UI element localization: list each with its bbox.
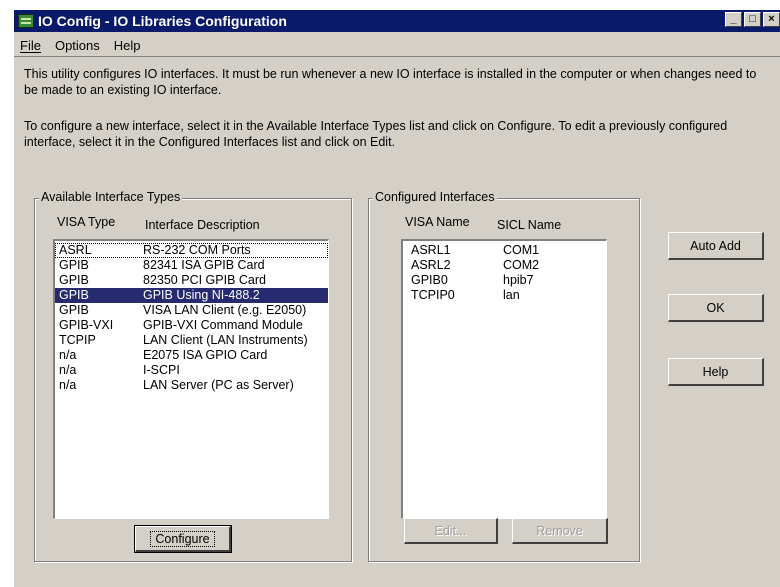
col-visa-type: VISA Type <box>57 215 116 229</box>
menu-help-label: Help <box>113 37 141 53</box>
visa-type-cell: GPIB <box>59 303 89 317</box>
interface-description-cell: GPIB Using NI-488.2 <box>143 288 260 302</box>
available-interface-row[interactable]: GPIB 82341 ISA GPIB Card <box>55 258 328 273</box>
sicl-name-cell: COM2 <box>503 258 540 272</box>
interface-description-cell: 82350 PCI GPIB Card <box>143 273 266 287</box>
interface-description-cell: VISA LAN Client (e.g. E2050) <box>143 303 307 317</box>
col-interface-description: Interface Description <box>145 218 260 232</box>
auto-add-button[interactable]: Auto Add <box>668 232 764 260</box>
configured-interfaces-group: Configured Interfaces VISA Name SICL Nam… <box>368 190 640 562</box>
menu-bar: File Options Help <box>14 34 780 57</box>
visa-type-cell: ASRL <box>59 243 92 257</box>
col-sicl-name: SICL Name <box>497 218 562 232</box>
visa-type-cell: n/a <box>59 348 77 362</box>
configured-interface-row[interactable]: GPIB0 hpib7 <box>403 273 606 288</box>
available-interface-row[interactable]: n/a E2075 ISA GPIO Card <box>55 348 328 363</box>
available-interfaces-group: Available Interface Types VISA Type Inte… <box>34 190 352 562</box>
menu-help[interactable]: Help <box>108 38 149 53</box>
app-card-icon[interactable] <box>18 14 34 28</box>
visa-name-cell: GPIB0 <box>411 273 448 287</box>
title-bar[interactable]: IO Config - IO Libraries Configuration _… <box>14 10 780 32</box>
available-interface-row[interactable]: GPIB VISA LAN Client (e.g. E2050) <box>55 303 328 318</box>
configure-button[interactable]: Configure <box>134 525 232 553</box>
menu-file[interactable]: File <box>14 38 49 53</box>
minimize-button[interactable]: _ <box>725 12 742 27</box>
configured-group-label: Configured Interfaces <box>373 190 497 204</box>
interface-description-cell: GPIB-VXI Command Module <box>143 318 303 332</box>
edit-button-label: Edit... <box>434 523 467 538</box>
configured-interface-row[interactable]: ASRL2 COM2 <box>403 258 606 273</box>
menu-options[interactable]: Options <box>49 38 108 53</box>
configure-button-label: Configure <box>150 530 215 547</box>
sicl-name-cell: hpib7 <box>503 273 534 287</box>
visa-name-cell: TCPIP0 <box>411 288 455 302</box>
sicl-name-cell: lan <box>503 288 520 302</box>
available-interface-row[interactable]: GPIB 82350 PCI GPIB Card <box>55 273 328 288</box>
close-button[interactable]: × <box>763 12 780 27</box>
visa-name-cell: ASRL2 <box>411 258 451 272</box>
visa-type-cell: GPIB <box>59 273 89 287</box>
interface-description-cell: 82341 ISA GPIB Card <box>143 258 265 272</box>
sicl-name-cell: COM1 <box>503 243 540 257</box>
ok-button[interactable]: OK <box>668 294 764 322</box>
visa-type-cell: GPIB <box>59 288 89 302</box>
available-group-label: Available Interface Types <box>39 190 183 204</box>
intro-paragraph-2: To configure a new interface, select it … <box>24 119 728 149</box>
window-title: IO Config - IO Libraries Configuration <box>38 13 287 29</box>
auto-add-button-label: Auto Add <box>690 238 741 253</box>
edit-button[interactable]: Edit... <box>404 518 498 544</box>
help-button-label: Help <box>702 364 729 379</box>
visa-name-cell: ASRL1 <box>411 243 451 257</box>
available-interface-row[interactable]: GPIB GPIB Using NI-488.2 <box>55 288 328 303</box>
configured-interfaces-list[interactable]: ASRL1 COM1 ASRL2 COM2 GPIB0 hpib7 TCPIP0 lan <box>401 239 607 519</box>
visa-type-cell: n/a <box>59 363 77 377</box>
intro-text: This utility configures IO interfaces. I… <box>24 66 764 170</box>
interface-description-cell: RS-232 COM Ports <box>143 243 251 257</box>
configured-interface-row[interactable]: TCPIP0 lan <box>403 288 606 303</box>
visa-type-cell: TCPIP <box>59 333 96 347</box>
visa-type-cell: n/a <box>59 378 77 392</box>
available-interface-row[interactable]: n/a I-SCPI <box>55 363 328 378</box>
available-interface-row[interactable]: n/a LAN Server (PC as Server) <box>55 378 328 393</box>
help-button[interactable]: Help <box>668 358 764 386</box>
interface-description-cell: E2075 ISA GPIO Card <box>143 348 268 362</box>
col-visa-name: VISA Name <box>405 215 470 229</box>
interface-description-cell: LAN Client (LAN Instruments) <box>143 333 308 347</box>
available-interface-row[interactable]: ASRL RS-232 COM Ports <box>55 243 328 258</box>
window-controls: _ □ × <box>725 12 780 27</box>
menu-options-label: Options <box>54 37 100 53</box>
available-interface-row[interactable]: GPIB-VXI GPIB-VXI Command Module <box>55 318 328 333</box>
available-interfaces-list[interactable]: ASRL RS-232 COM Ports GPIB 82341 ISA GPIB C… <box>53 239 329 519</box>
io-config-window: IO Config - IO Libraries Configuration _… <box>12 8 780 587</box>
maximize-button[interactable]: □ <box>744 12 761 27</box>
available-interface-row[interactable]: TCPIP LAN Client (LAN Instruments) <box>55 333 328 348</box>
interface-description-cell: I-SCPI <box>143 363 180 377</box>
visa-type-cell: GPIB-VXI <box>59 318 114 332</box>
remove-button[interactable]: Remove <box>512 518 608 544</box>
intro-paragraph-1: This utility configures IO interfaces. I… <box>24 67 757 97</box>
remove-button-label: Remove <box>536 523 583 538</box>
configured-interface-row[interactable]: ASRL1 COM1 <box>403 243 606 258</box>
visa-type-cell: GPIB <box>59 258 89 272</box>
interface-description-cell: LAN Server (PC as Server) <box>143 378 294 392</box>
menu-file-label: File <box>20 37 41 53</box>
ok-button-label: OK <box>706 300 725 315</box>
